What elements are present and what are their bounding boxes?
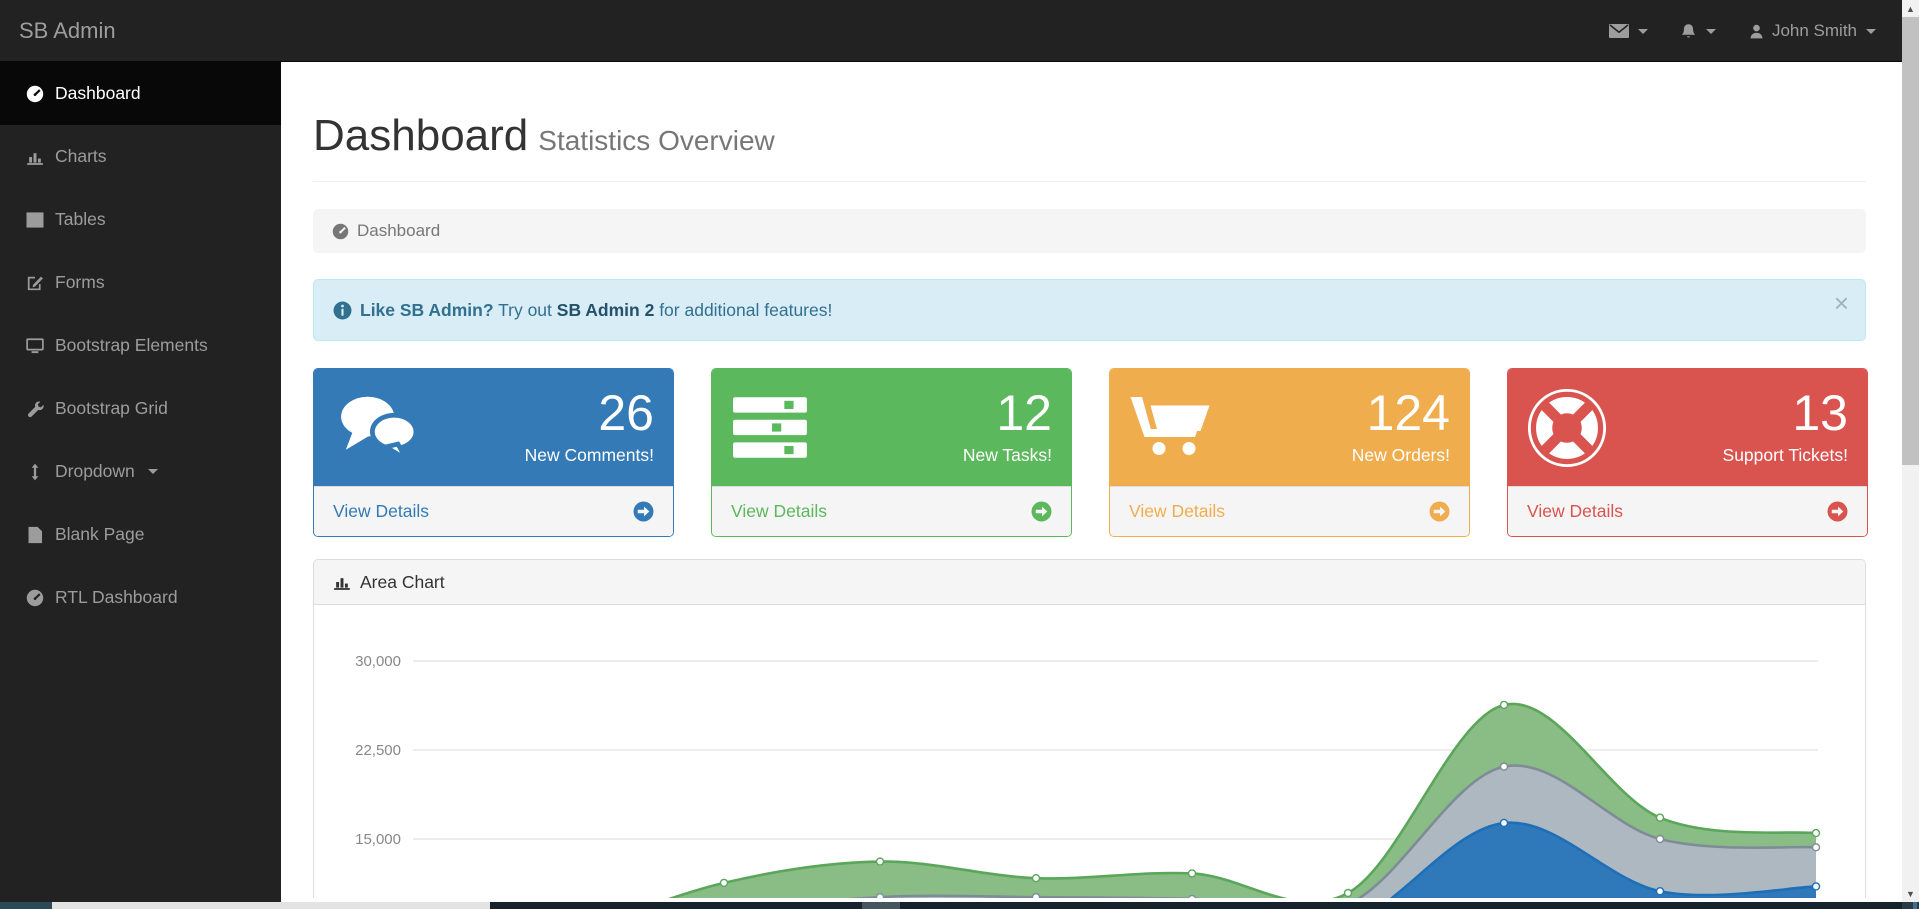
tachometer-icon (332, 223, 349, 240)
top-navbar: SB Admin John Smith (0, 0, 1902, 62)
scroll-up-arrow-icon[interactable]: ▲ (1902, 0, 1919, 17)
vertical-scrollbar[interactable]: ▲ ▼ (1902, 0, 1919, 902)
stat-value: 13 (1647, 387, 1848, 439)
horizontal-scrollbar-segment (862, 902, 900, 909)
sidebar-item-blank-page[interactable]: Blank Page (0, 503, 281, 566)
table-icon (26, 211, 44, 229)
stat-panel-tasks: 12 New Tasks! View Details (711, 368, 1072, 537)
sidebar-item-tables[interactable]: Tables (0, 188, 281, 251)
life-ring-icon (1527, 388, 1607, 468)
view-details-link[interactable]: View Details (712, 486, 1071, 536)
area-chart-body: 30,000 22,500 15,000 (314, 605, 1865, 898)
stats-row: 26 New Comments! View Details (313, 368, 1866, 537)
stat-value: 26 (453, 387, 654, 439)
alerts-dropdown[interactable] (1664, 0, 1732, 62)
user-dropdown[interactable]: John Smith (1732, 0, 1892, 62)
svg-text:30,000: 30,000 (355, 653, 401, 670)
page-header: Dashboard Statistics Overview (313, 110, 1866, 182)
messages-dropdown[interactable] (1593, 0, 1664, 62)
navbar-right: John Smith (1593, 0, 1892, 62)
info-alert: Like SB Admin? Try out SB Admin 2 for ad… (313, 279, 1866, 341)
user-icon (1748, 23, 1765, 40)
sb-admin-2-link[interactable]: SB Admin 2 (557, 300, 655, 320)
svg-text:22,500: 22,500 (355, 742, 401, 759)
arrow-circle-right-icon (633, 501, 654, 522)
envelope-icon (1609, 24, 1629, 38)
stat-panel-support: 13 Support Tickets! View Details (1507, 368, 1868, 537)
bell-icon (1680, 23, 1697, 40)
arrows-vertical-icon (26, 463, 44, 481)
sidebar-item-forms[interactable]: Forms (0, 251, 281, 314)
sidebar-item-charts[interactable]: Charts (0, 125, 281, 188)
area-chart-panel: Area Chart 30,000 22,500 15,000 (313, 559, 1866, 898)
caret-down-icon (1638, 29, 1648, 34)
stat-value: 124 (1249, 387, 1450, 439)
stat-label: Support Tickets! (1647, 443, 1848, 468)
main-content: Dashboard Statistics Overview Dashboard L… (281, 62, 1902, 902)
shopping-cart-icon (1129, 394, 1213, 462)
alert-bold-text: Like SB Admin? (360, 300, 494, 320)
scrollbar-corner-accent (1913, 902, 1917, 909)
view-details-link[interactable]: View Details (314, 486, 673, 536)
stat-label: New Orders! (1249, 443, 1450, 468)
file-icon (26, 526, 44, 544)
sidebar-item-dropdown[interactable]: Dropdown (0, 440, 281, 503)
wrench-icon (26, 400, 44, 418)
area-chart-title: Area Chart (360, 572, 445, 593)
scroll-down-arrow-icon[interactable]: ▼ (1902, 885, 1919, 902)
caret-down-icon (1866, 29, 1876, 34)
alert-close-button[interactable]: × (1834, 290, 1849, 316)
bar-chart-icon (26, 148, 44, 166)
stat-label: New Comments! (453, 443, 654, 468)
horizontal-scrollbar-corner-left (0, 902, 52, 909)
tasks-icon (731, 395, 811, 461)
desktop-icon (26, 337, 44, 355)
view-details-link[interactable]: View Details (1110, 486, 1469, 536)
arrow-circle-right-icon (1827, 501, 1848, 522)
tachometer-icon (26, 85, 44, 103)
sidebar-item-rtl-dashboard[interactable]: RTL Dashboard (0, 566, 281, 629)
area-chart-svg: 30,000 22,500 15,000 (314, 605, 1865, 898)
stat-panel-orders: 124 New Orders! View Details (1109, 368, 1470, 537)
vertical-scrollbar-thumb[interactable] (1902, 17, 1919, 465)
sidebar-item-bootstrap-grid[interactable]: Bootstrap Grid (0, 377, 281, 440)
info-circle-icon (333, 301, 352, 320)
tachometer-icon (26, 589, 44, 607)
breadcrumb: Dashboard (313, 209, 1866, 253)
stat-label: New Tasks! (851, 443, 1052, 468)
horizontal-scrollbar-thumb[interactable] (52, 902, 490, 909)
page-title: Dashboard (313, 111, 528, 160)
page-subtitle: Statistics Overview (538, 125, 775, 156)
horizontal-scrollbar[interactable] (0, 902, 1919, 909)
edit-icon (26, 274, 44, 292)
comments-icon (333, 392, 425, 464)
brand-link[interactable]: SB Admin (19, 0, 116, 62)
view-details-link[interactable]: View Details (1508, 486, 1867, 536)
caret-down-icon (148, 469, 158, 474)
arrow-circle-right-icon (1429, 501, 1450, 522)
svg-text:15,000: 15,000 (355, 831, 401, 848)
arrow-circle-right-icon (1031, 501, 1052, 522)
bar-chart-icon (333, 573, 351, 591)
sidebar: Dashboard Charts Tables Forms Bootstrap … (0, 62, 281, 902)
area-chart-header: Area Chart (314, 560, 1865, 605)
sidebar-item-bootstrap-elements[interactable]: Bootstrap Elements (0, 314, 281, 377)
caret-down-icon (1706, 29, 1716, 34)
sidebar-item-dashboard[interactable]: Dashboard (0, 62, 281, 125)
user-name: John Smith (1772, 21, 1857, 41)
stat-value: 12 (851, 387, 1052, 439)
breadcrumb-item-active: Dashboard (357, 221, 440, 241)
stat-panel-comments: 26 New Comments! View Details (313, 368, 674, 537)
